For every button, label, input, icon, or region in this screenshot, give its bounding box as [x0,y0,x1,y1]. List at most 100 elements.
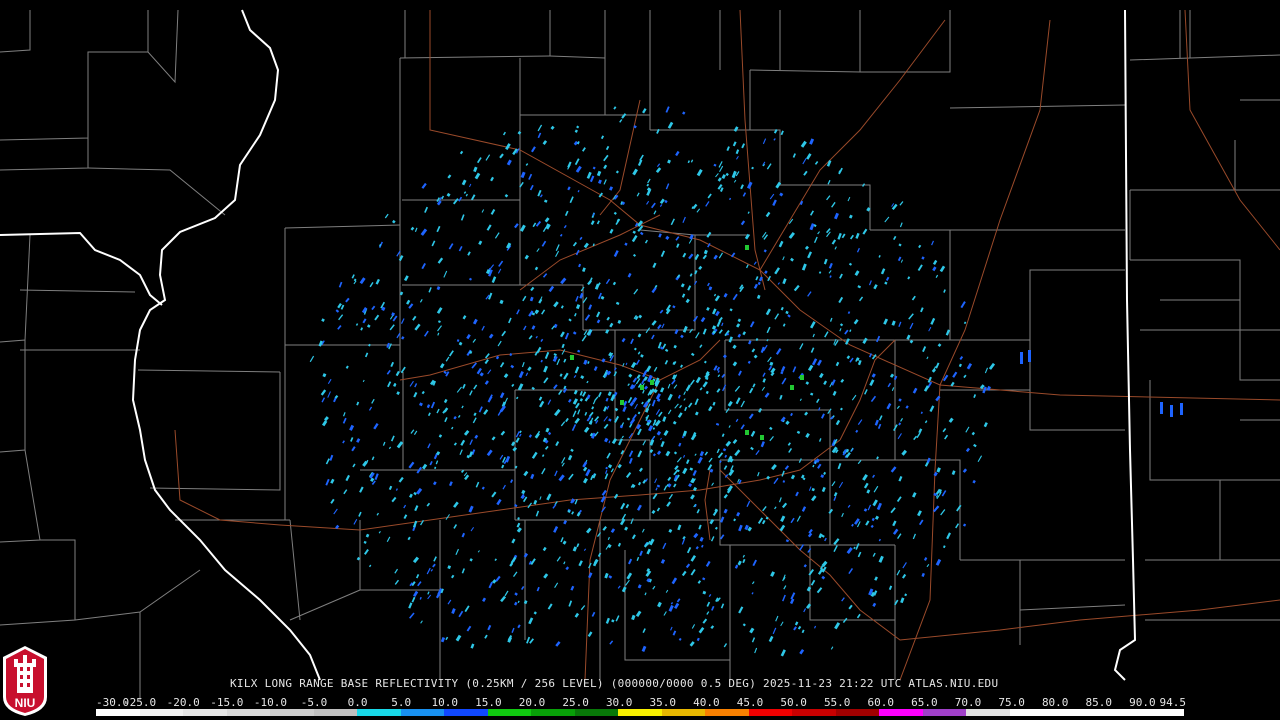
echo-pixel [671,379,676,385]
echo-pixel [939,265,946,273]
echo-pixel [584,411,588,416]
scale-segment [1096,709,1141,716]
echo-pixel [672,630,677,636]
echo-pixel [572,546,578,552]
echo-pixel [419,402,423,407]
echo-pixel [658,411,663,417]
echo-pixel [817,231,820,235]
echo-pixel [812,333,815,338]
echo-pixel [637,584,642,589]
echo-pixel [437,332,440,336]
echo-pixel [780,649,786,657]
scale-segment [96,709,140,716]
highway-line [429,10,1280,401]
echo-pixel [490,209,496,215]
echo-pixel [456,339,460,342]
echo-pixel [753,283,758,289]
echo-pixel [781,377,787,385]
echo-pixel [846,355,851,360]
county-line [583,235,696,331]
echo-pixel [734,564,739,569]
echo-pixel [466,334,471,340]
echo-pixel [897,256,902,262]
county-line [549,10,606,59]
echo-pixel [715,310,720,317]
echo-pixel [541,309,546,315]
echo-pixel [715,173,719,178]
echo-pixel [901,573,907,579]
echo-pixel [421,182,427,189]
echo-pixel [607,536,610,540]
echo-pixel [558,390,563,396]
echo-pixel [327,391,331,398]
echo-pixel [702,577,706,581]
echo-pixel [782,323,786,327]
echo-pixel [577,409,581,415]
echo-pixel [558,474,565,482]
echo-pixel [790,412,793,417]
echo-pixel [697,580,702,584]
echo-pixel [745,264,749,269]
echo-pixel [793,626,797,631]
echo-pixel [632,168,638,176]
echo-pixel [371,398,375,404]
echo-pixel-remote [1028,350,1031,362]
echo-pixel [750,446,754,451]
echo-pixel [911,295,916,301]
echo-pixel [664,360,669,365]
echo-pixel [796,430,801,434]
echo-pixel [838,481,844,488]
echo-pixel [479,372,484,377]
echo-pixel [675,236,680,241]
echo-pixel [615,615,620,622]
echo-pixel [693,532,699,539]
echo-pixel [430,401,436,409]
echo-pixel [832,390,837,396]
echo-pixel [935,558,942,566]
echo-pixel [436,225,441,233]
echo-pixel [801,629,805,634]
echo-pixel [512,571,518,577]
echo-pixel [448,243,454,250]
county-line [724,340,830,411]
echo-pixel [814,160,819,165]
echo-pixel [873,284,878,290]
echo-pixel [871,517,875,522]
scale-segment [1009,709,1054,716]
echo-pixel [701,544,704,548]
state-border-line [1113,9,1137,681]
echo-pixel [873,485,879,493]
echo-pixel [596,311,601,318]
echo-pixel [691,624,696,629]
echo-pixel [733,179,737,183]
echo-pixel [586,380,589,384]
echo-pixel [658,233,662,238]
echo-pixel [757,281,761,286]
echo-pixel [742,554,745,558]
echo-pixel [626,572,633,580]
echo-pixel [827,408,832,415]
echo-pixel [335,309,340,313]
echo-pixel [703,360,707,364]
echo-pixel [712,401,716,406]
echo-pixel [444,417,448,423]
scale-segment [270,709,314,716]
echo-pixel [732,361,738,367]
county-line [1029,340,1125,431]
echo-pixel [689,328,693,334]
echo-pixel [508,317,512,324]
echo-pixel [810,347,815,353]
echo-pixel [565,566,570,571]
echo-pixel [885,276,890,281]
scale-label: 20.0 [518,696,546,709]
echo-pixel [615,170,619,174]
echo-pixel [571,424,577,432]
echo-pixel [543,377,549,384]
echo-pixel [517,624,521,629]
echo-pixel [971,431,976,436]
echo-pixel [898,243,902,247]
scale-label: 45.0 [736,696,764,709]
echo-pixel [644,239,648,244]
echo-pixel [782,502,788,509]
scale-label: 10.0 [431,696,459,709]
